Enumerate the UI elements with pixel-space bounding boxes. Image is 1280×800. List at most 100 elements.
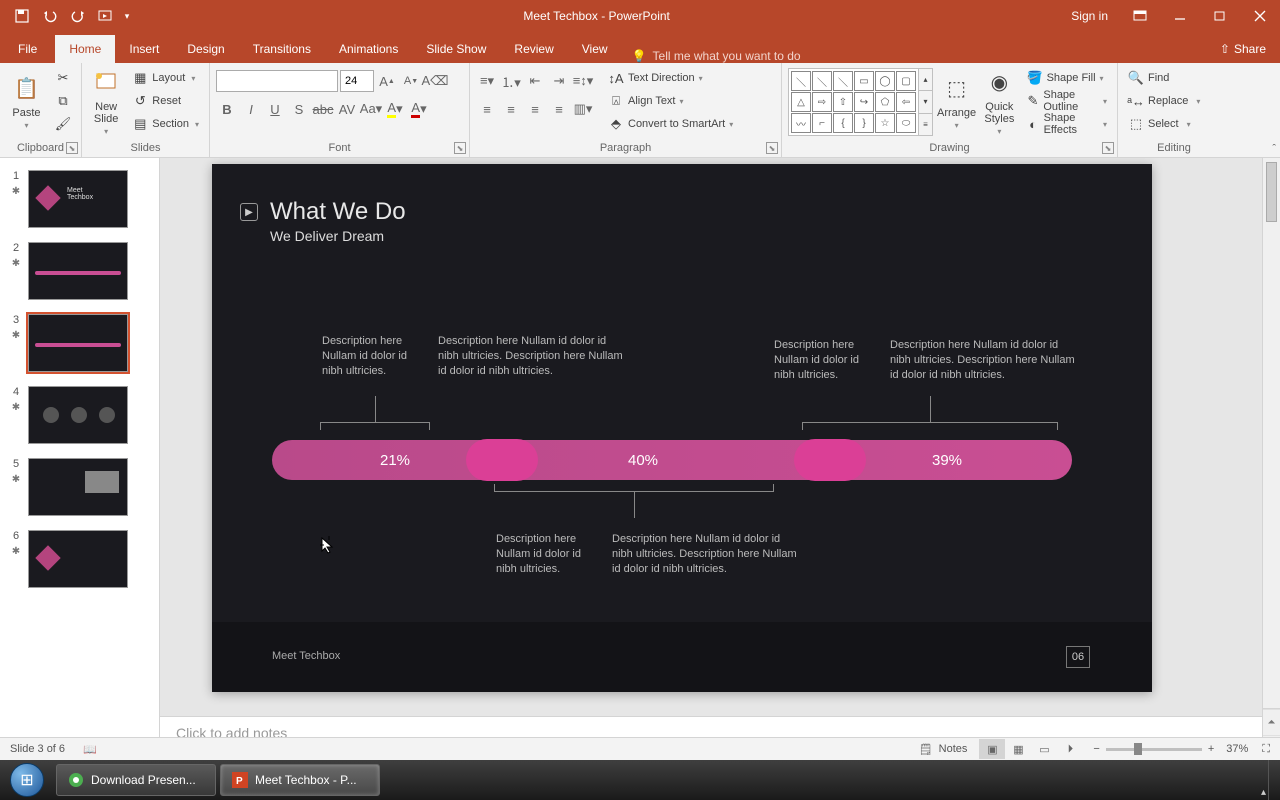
taskbar-item-chrome[interactable]: Download Presen... bbox=[56, 764, 216, 796]
find-button[interactable]: 🔍Find bbox=[1124, 68, 1204, 89]
qat-customize-icon[interactable]: ▾ bbox=[120, 2, 134, 30]
thumb-6[interactable]: 6✱ bbox=[0, 526, 159, 598]
start-from-beginning-icon[interactable] bbox=[92, 2, 120, 30]
text-direction-button[interactable]: ↕AText Direction▾ bbox=[604, 68, 737, 89]
prev-slide-icon[interactable]: ⏶ bbox=[1263, 709, 1280, 735]
collapse-ribbon-icon[interactable]: ˆ bbox=[1272, 143, 1276, 155]
select-button[interactable]: ⬚Select▾ bbox=[1124, 114, 1204, 135]
fit-to-window-icon[interactable]: ⛶ bbox=[1262, 743, 1270, 756]
grow-font-button[interactable]: A▲ bbox=[376, 70, 398, 92]
tab-file[interactable]: File bbox=[0, 35, 55, 63]
shape-fill-button[interactable]: 🪣Shape Fill▾ bbox=[1023, 68, 1111, 89]
layout-button[interactable]: ▦Layout▾ bbox=[128, 68, 203, 89]
thumb-3[interactable]: 3✱ bbox=[0, 310, 159, 382]
tab-view[interactable]: View bbox=[568, 35, 622, 63]
shape-arrow-l-icon[interactable]: ⇦ bbox=[896, 92, 916, 112]
decrease-indent-button[interactable]: ⇤ bbox=[524, 70, 546, 92]
line-spacing-button[interactable]: ≡↕▾ bbox=[572, 70, 594, 92]
shrink-font-button[interactable]: A▼ bbox=[400, 70, 422, 92]
replace-button[interactable]: ᵃ↔Replace▾ bbox=[1124, 91, 1204, 112]
signin-link[interactable]: Sign in bbox=[1059, 9, 1120, 23]
shape-line2-icon[interactable]: ＼ bbox=[812, 71, 832, 91]
taskbar-chevron-icon[interactable]: ▴ bbox=[1261, 787, 1266, 798]
justify-button[interactable]: ≡ bbox=[548, 98, 570, 120]
tab-animations[interactable]: Animations bbox=[325, 35, 412, 63]
sorter-view-icon[interactable]: ▦ bbox=[1005, 739, 1031, 759]
italic-button[interactable]: I bbox=[240, 98, 262, 120]
ribbon-display-icon[interactable] bbox=[1120, 1, 1160, 31]
zoom-handle[interactable] bbox=[1134, 743, 1142, 755]
strikethrough-button[interactable]: abc bbox=[312, 98, 334, 120]
maximize-icon[interactable] bbox=[1200, 1, 1240, 31]
shape-line-icon[interactable]: ＼ bbox=[791, 71, 811, 91]
shape-line3-icon[interactable]: ＼ bbox=[833, 71, 853, 91]
font-name-input[interactable] bbox=[216, 70, 338, 92]
bold-button[interactable]: B bbox=[216, 98, 238, 120]
shape-triangle-icon[interactable]: △ bbox=[791, 92, 811, 112]
zoom-out-icon[interactable]: − bbox=[1093, 743, 1099, 755]
taskbar-item-powerpoint[interactable]: P Meet Techbox - P... bbox=[220, 764, 380, 796]
paragraph-dialog-launcher[interactable]: ⬊ bbox=[766, 142, 778, 154]
thumb-1[interactable]: 1✱MeetTechbox bbox=[0, 166, 159, 238]
new-slide-button[interactable]: New Slide ▾ bbox=[88, 66, 124, 136]
paste-button[interactable]: 📋 Paste ▾ bbox=[6, 66, 47, 136]
shape-callout-icon[interactable]: ⬭ bbox=[896, 113, 916, 133]
shape-pentagon-icon[interactable]: ⬠ bbox=[875, 92, 895, 112]
shape-curve-icon[interactable]: 〰 bbox=[791, 113, 811, 133]
numbering-button[interactable]: ⒈▾ bbox=[500, 70, 522, 92]
reading-view-icon[interactable]: ▭ bbox=[1031, 739, 1057, 759]
close-icon[interactable] bbox=[1240, 1, 1280, 31]
shape-rrect-icon[interactable]: ▢ bbox=[896, 71, 916, 91]
zoom-level[interactable]: 37% bbox=[1226, 743, 1248, 755]
tab-design[interactable]: Design bbox=[173, 35, 238, 63]
convert-smartart-button[interactable]: ⬘Convert to SmartArt▾ bbox=[604, 114, 737, 135]
gallery-up-icon[interactable]: ▴ bbox=[919, 69, 932, 90]
format-painter-button[interactable]: 🖌 bbox=[51, 114, 75, 135]
shape-rect-icon[interactable]: ▭ bbox=[854, 71, 874, 91]
align-center-button[interactable]: ≡ bbox=[500, 98, 522, 120]
shape-brace-r-icon[interactable]: } bbox=[854, 113, 874, 133]
slideshow-view-icon[interactable]: ⏵ bbox=[1057, 739, 1083, 759]
shape-oval-icon[interactable]: ◯ bbox=[875, 71, 895, 91]
align-text-button[interactable]: ⍓Align Text▾ bbox=[604, 91, 737, 112]
undo-icon[interactable] bbox=[36, 2, 64, 30]
zoom-in-icon[interactable]: + bbox=[1208, 743, 1214, 755]
thumb-5[interactable]: 5✱ bbox=[0, 454, 159, 526]
shape-conn-icon[interactable]: ⌐ bbox=[812, 113, 832, 133]
align-right-button[interactable]: ≡ bbox=[524, 98, 546, 120]
tab-home[interactable]: Home bbox=[55, 35, 115, 63]
redo-icon[interactable] bbox=[64, 2, 92, 30]
slide-edit-area[interactable]: ▶ What We Do We Deliver Dream Descriptio… bbox=[160, 158, 1280, 760]
bullets-button[interactable]: ≡▾ bbox=[476, 70, 498, 92]
shape-effects-button[interactable]: ◐Shape Effects▾ bbox=[1023, 114, 1111, 135]
save-icon[interactable] bbox=[8, 2, 36, 30]
shapes-gallery[interactable]: ＼ ＼ ＼ ▭ ◯ ▢ △ ⇨ ⇧ ↪ ⬠ ⇦ 〰 ⌐ { } ☆ bbox=[788, 68, 919, 136]
vertical-scrollbar[interactable]: ▴ ⏶ ⏷ bbox=[1262, 158, 1280, 760]
gallery-down-icon[interactable]: ▾ bbox=[919, 90, 932, 112]
shape-arrow-u-icon[interactable]: ⇧ bbox=[833, 92, 853, 112]
drawing-dialog-launcher[interactable]: ⬊ bbox=[1102, 142, 1114, 154]
columns-button[interactable]: ▥▾ bbox=[572, 98, 594, 120]
notes-label[interactable]: Notes bbox=[939, 743, 968, 755]
shape-arrow-r-icon[interactable]: ⇨ bbox=[812, 92, 832, 112]
thumb-4[interactable]: 4✱ bbox=[0, 382, 159, 454]
align-left-button[interactable]: ≡ bbox=[476, 98, 498, 120]
slide-canvas[interactable]: ▶ What We Do We Deliver Dream Descriptio… bbox=[212, 164, 1152, 692]
reset-button[interactable]: ↺Reset bbox=[128, 91, 203, 112]
underline-button[interactable]: U bbox=[264, 98, 286, 120]
tab-review[interactable]: Review bbox=[500, 35, 567, 63]
tab-transitions[interactable]: Transitions bbox=[239, 35, 325, 63]
font-size-input[interactable] bbox=[340, 70, 374, 92]
shadow-button[interactable]: S bbox=[288, 98, 310, 120]
scroll-thumb[interactable] bbox=[1266, 162, 1277, 222]
show-desktop-button[interactable] bbox=[1268, 760, 1280, 800]
gallery-more-icon[interactable]: ≡ bbox=[919, 113, 932, 135]
increase-indent-button[interactable]: ⇥ bbox=[548, 70, 570, 92]
clear-formatting-button[interactable]: A⌫ bbox=[424, 70, 446, 92]
normal-view-icon[interactable]: ▣ bbox=[979, 739, 1005, 759]
clipboard-dialog-launcher[interactable]: ⬊ bbox=[66, 142, 78, 154]
shape-brace-l-icon[interactable]: { bbox=[833, 113, 853, 133]
char-spacing-button[interactable]: AV bbox=[336, 98, 358, 120]
section-button[interactable]: ▤Section▾ bbox=[128, 114, 203, 135]
shape-star-icon[interactable]: ☆ bbox=[875, 113, 895, 133]
